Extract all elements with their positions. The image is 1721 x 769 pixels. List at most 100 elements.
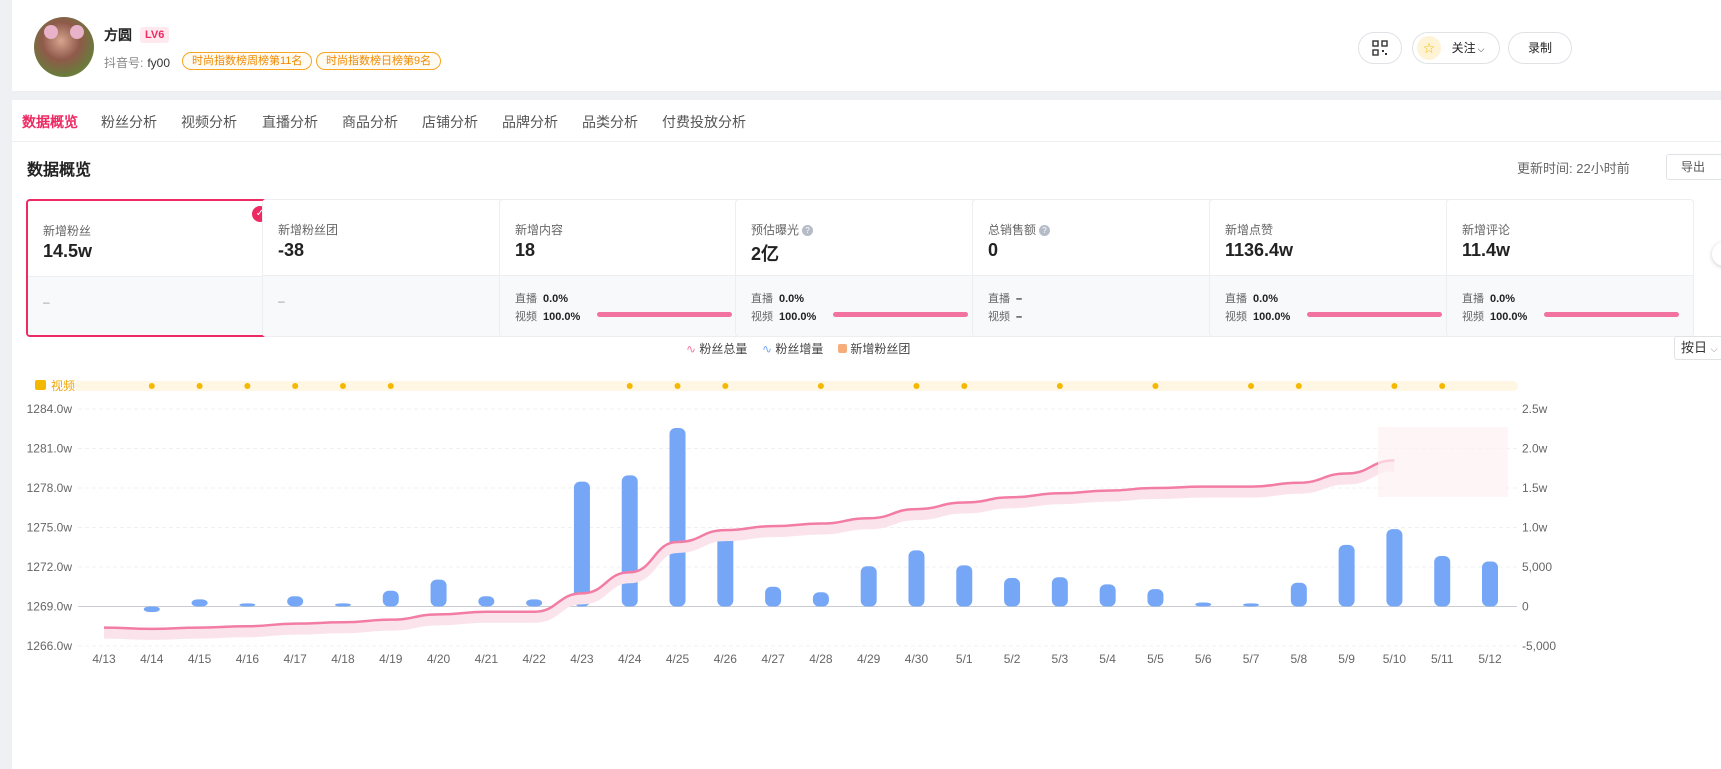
- tab-video[interactable]: 视频分析: [181, 112, 237, 132]
- follow-button[interactable]: ☆ 关注 ⌵: [1412, 32, 1500, 64]
- fans-increase-bar: [1434, 555, 1451, 607]
- tab-category[interactable]: 品类分析: [582, 112, 638, 132]
- x-tick: 4/28: [809, 652, 833, 666]
- y-left-tick: 1284.0w: [27, 402, 73, 416]
- x-tick: 4/22: [522, 652, 546, 666]
- avatar[interactable]: [34, 17, 94, 77]
- profile-name: 方圆: [104, 27, 132, 43]
- fans-increase-bar: [1195, 602, 1212, 607]
- y-left-tick: 1278.0w: [27, 481, 73, 495]
- tab-product[interactable]: 商品分析: [342, 112, 398, 132]
- y-right-tick: 2.0w: [1522, 442, 1548, 456]
- x-tick: 5/10: [1383, 652, 1407, 666]
- x-tick: 4/30: [905, 652, 929, 666]
- account-id: 抖音号: fy00: [104, 56, 171, 70]
- fans-increase-bar: [334, 603, 351, 607]
- profile-header: 方圆 LV6 抖音号: fy00 时尚指数榜周榜第11名 时尚指数榜日榜第9名 ☆…: [12, 0, 1721, 92]
- tab-fans[interactable]: 粉丝分析: [101, 112, 157, 132]
- video-marker: [674, 383, 681, 389]
- fans-increase-bar: [1482, 561, 1498, 607]
- y-right-tick: 1.0w: [1522, 521, 1548, 535]
- x-tick: 5/12: [1478, 652, 1502, 666]
- x-tick: 4/23: [570, 652, 594, 666]
- tab-overview[interactable]: 数据概览: [22, 112, 78, 145]
- video-marker: [961, 383, 968, 389]
- tooltip-box: [1378, 427, 1508, 497]
- record-button[interactable]: 录制: [1508, 32, 1572, 64]
- video-marker: [1248, 383, 1255, 389]
- video-marker: [1295, 383, 1302, 389]
- x-tick: 5/4: [1099, 652, 1116, 666]
- fans-increase-bar: [908, 550, 925, 607]
- x-tick: 4/20: [427, 652, 451, 666]
- star-icon: ☆: [1417, 36, 1441, 60]
- video-marker: [722, 383, 729, 389]
- x-tick: 4/24: [618, 652, 642, 666]
- fans-increase-bar: [956, 565, 973, 607]
- video-row-icon: [35, 380, 46, 390]
- y-left-tick: 1281.0w: [27, 442, 73, 456]
- x-tick: 5/7: [1243, 652, 1260, 666]
- x-tick: 5/6: [1195, 652, 1212, 666]
- x-tick: 4/13: [92, 652, 116, 666]
- x-tick: 5/5: [1147, 652, 1164, 666]
- video-marker: [196, 383, 203, 389]
- fans-increase-bar: [1004, 578, 1021, 607]
- video-marker: [1391, 383, 1398, 389]
- y-right-tick: -5,000: [1522, 639, 1556, 653]
- x-tick: 5/9: [1338, 652, 1355, 666]
- level-badge: LV6: [140, 27, 170, 43]
- fans-increase-bar: [1290, 582, 1307, 607]
- x-tick: 4/15: [188, 652, 212, 666]
- fans-total-line-shadow: [103, 461, 1395, 640]
- fans-increase-bar: [143, 606, 160, 613]
- y-right-tick: 2.5w: [1522, 402, 1548, 416]
- rank-tag-weekly[interactable]: 时尚指数榜周榜第11名: [182, 52, 313, 70]
- x-tick: 4/26: [714, 652, 738, 666]
- x-tick: 5/8: [1290, 652, 1307, 666]
- fans-increase-bar: [812, 592, 829, 607]
- y-right-tick: 1.5w: [1522, 481, 1548, 495]
- y-right-tick: 5,000: [1522, 560, 1552, 574]
- fans-increase-bar: [287, 596, 304, 607]
- fans-increase-bar: [239, 603, 256, 607]
- fans-increase-bar: [1338, 544, 1355, 607]
- analysis-tabs: 数据概览 粉丝分析 视频分析 直播分析 商品分析 店铺分析 品牌分析 品类分析 …: [12, 100, 1721, 145]
- fans-increase-bar: [1099, 584, 1116, 607]
- fans-increase-bar: [430, 579, 447, 607]
- fans-chart: 视频 1284.0w 1281.0w 1278.0w 1275.0w 1272.0w 126…: [27, 378, 1557, 666]
- qrcode-button[interactable]: [1358, 32, 1402, 64]
- video-marker: [913, 383, 920, 389]
- chevron-down-icon: ⌵: [1477, 44, 1485, 54]
- x-tick: 4/27: [761, 652, 785, 666]
- y-left-tick: 1266.0w: [27, 639, 73, 653]
- fans-increase-bar: [669, 427, 686, 607]
- x-tick: 5/2: [1004, 652, 1021, 666]
- x-tick: 4/17: [283, 652, 307, 666]
- video-marker: [387, 383, 394, 389]
- x-tick: 4/16: [236, 652, 260, 666]
- fans-increase-bar: [717, 534, 734, 607]
- x-tick: 5/11: [1431, 652, 1454, 666]
- fans-increase-bar: [1147, 589, 1164, 607]
- tab-live[interactable]: 直播分析: [262, 112, 318, 132]
- tab-shop[interactable]: 店铺分析: [422, 112, 478, 132]
- y-left-tick: 1275.0w: [27, 521, 73, 535]
- fans-increase-bar: [191, 599, 208, 607]
- tab-brand[interactable]: 品牌分析: [502, 112, 558, 132]
- y-left-tick: 1269.0w: [27, 600, 73, 614]
- y-right-tick: 0: [1522, 600, 1529, 614]
- video-marker: [244, 383, 251, 389]
- fans-increase-bar: [478, 596, 495, 607]
- video-marker: [1056, 383, 1063, 389]
- x-tick: 4/14: [140, 652, 164, 666]
- x-tick: 4/19: [379, 652, 403, 666]
- fans-increase-bar: [526, 599, 543, 607]
- tab-paid[interactable]: 付费投放分析: [662, 112, 746, 132]
- rank-tag-daily[interactable]: 时尚指数榜日榜第9名: [316, 52, 442, 70]
- fans-increase-bar: [1386, 529, 1403, 607]
- overview-panel: 数据概览 更新时间: 22小时前 导出 新增粉丝 14.5w ✓ – 新增粉丝团…: [12, 142, 1721, 769]
- x-tick: 4/29: [857, 652, 881, 666]
- x-tick: 5/3: [1052, 652, 1069, 666]
- fans-increase-bar: [765, 586, 782, 607]
